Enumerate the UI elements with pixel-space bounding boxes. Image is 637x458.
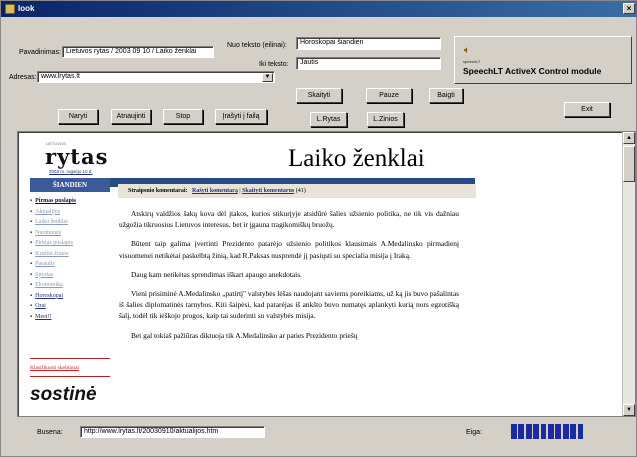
nuo-teksto-field[interactable]: Horoskopai šiandien — [296, 37, 441, 50]
skaityti-button[interactable]: Skaityti — [296, 88, 342, 103]
eiga-label: Eiga: — [466, 429, 482, 436]
progress-segment — [511, 424, 517, 439]
sidebar-nav: Pirmas puslapisAktualijosLaiko ženklaiNu… — [30, 198, 110, 324]
sidebar-nav-item[interactable]: Pasaulis — [30, 261, 110, 272]
sidebar-nav-item[interactable]: Laiko ženklai — [30, 219, 110, 230]
chevron-down-icon[interactable]: ▼ — [262, 73, 273, 82]
window-title: look — [18, 4, 35, 13]
busena-label: Busena: — [37, 429, 63, 436]
pauze-button[interactable]: Pauze — [366, 88, 412, 103]
sidebar-nav-item[interactable]: Kraštui žinios — [30, 251, 110, 262]
progress-segment — [555, 424, 562, 439]
comments-label: Straipsnio komentarai: — [128, 188, 188, 194]
sidebar-nav-item[interactable]: Orai — [30, 303, 110, 314]
lrytas-button[interactable]: L.Rytas — [310, 112, 347, 127]
date-link[interactable]: 2003 m. rugsėjo 10 d. — [49, 169, 93, 174]
app-icon — [5, 4, 15, 14]
naryti-button[interactable]: Naryti — [58, 109, 98, 124]
atnaujinti-button[interactable]: Atnaujinti — [111, 109, 151, 124]
iki-teksto-field[interactable]: Jautis — [296, 57, 441, 70]
divider — [30, 376, 110, 377]
speech-control-panel: 🔈︎ speechLT SpeechLT ActiveX Control mod… — [454, 36, 632, 84]
comments-bar: Straipsnio komentarai: Rašyti komentarą … — [118, 184, 476, 198]
pavadinimas-label: Pavadinimas: — [19, 49, 62, 56]
site-logo[interactable]: rytas — [45, 144, 108, 169]
classified-link[interactable]: Klasifikuoti skelbimai — [30, 365, 79, 371]
nav-header: ŠIANDIEN — [30, 178, 110, 192]
sidebar-nav-item[interactable]: Ekonomika — [30, 282, 110, 293]
progress-segment — [540, 424, 547, 439]
close-icon[interactable]: × — [623, 3, 635, 14]
article-paragraph: Vieni prisiminė A.Medalinsko „patirtį" v… — [119, 289, 459, 321]
progress-segment — [548, 424, 554, 439]
article-paragraph: Būtent taip galima įvertinti Prezidento … — [119, 239, 459, 260]
vertical-scrollbar[interactable]: ▲ ▼ — [622, 132, 635, 416]
progress-bar — [511, 424, 585, 439]
sidebar-nav-item[interactable]: Pirktas puslapis — [30, 240, 110, 251]
comments-count: (41) — [295, 188, 306, 194]
sidebar-nav-item[interactable]: Aktualijos — [30, 209, 110, 220]
exit-button[interactable]: Exit — [564, 102, 610, 117]
status-row: Busena: http://www.lrytas.lt/20030910/ak… — [1, 419, 637, 458]
adresas-combo[interactable]: www.lrytas.lt ▼ — [37, 71, 275, 83]
lzinios-button[interactable]: L.Zinios — [367, 112, 404, 127]
speech-control-title: SpeechLT ActiveX Control module — [463, 66, 602, 76]
article-body: Atskirų valdžios šakų kova dėl įtakos, k… — [119, 208, 459, 349]
current-url-field[interactable]: http://www.lrytas.lt/20030910/aktualijos… — [80, 426, 265, 438]
section-headline: Laiko ženklai — [288, 145, 425, 172]
progress-segment — [533, 424, 540, 439]
divider — [30, 358, 110, 359]
sostine-logo[interactable]: sostinė — [30, 384, 97, 406]
save-to-file-button[interactable]: Įrašyti į failą — [215, 109, 267, 124]
sidebar-nav-item[interactable]: Meet!! — [30, 314, 110, 325]
progress-segment — [570, 424, 577, 439]
speech-small-text: speechLT — [463, 59, 481, 64]
scroll-thumb[interactable] — [623, 146, 635, 182]
sidebar-nav-item[interactable]: Sportas — [30, 272, 110, 283]
article-paragraph: Atskirų valdžios šakų kova dėl įtakos, k… — [119, 209, 459, 230]
adresas-label: Adresas: — [9, 74, 37, 81]
nuo-teksto-label: Nuo teksto (eilinai): — [227, 42, 287, 49]
article-paragraph: Daug kam netikėtas sprendimas iškart apa… — [131, 269, 302, 279]
progress-segment — [525, 424, 532, 439]
speaker-icon: 🔈︎ — [464, 45, 470, 56]
app-window: look × Pavadinimas: Lietuvos rytas / 200… — [0, 0, 637, 457]
write-comment-link[interactable]: Rašyti komentarą — [192, 188, 238, 194]
article-paragraph: Bet gal tokiaš pažiūras diktuoja tik A.M… — [131, 330, 358, 340]
baigti-button[interactable]: Baigti — [429, 88, 463, 103]
progress-segment — [518, 424, 525, 439]
pavadinimas-field[interactable]: Lietuvos rytas / 2003 09 10 / Laiko ženk… — [62, 46, 214, 58]
scroll-down-icon[interactable]: ▼ — [623, 404, 635, 416]
sidebar-nav-item[interactable]: Pirmas puslapis — [30, 198, 110, 209]
web-browser-view[interactable]: LIETUVOS rytas 2003 m. rugsėjo 10 d. Lai… — [17, 131, 636, 417]
progress-segment — [562, 424, 569, 439]
stop-button[interactable]: Stop — [163, 109, 203, 124]
read-comments-link[interactable]: Skaityti komentarus — [242, 188, 294, 194]
sidebar-nav-item[interactable]: Horoskopai — [30, 293, 110, 304]
title-bar: look × — [1, 1, 637, 17]
scroll-up-icon[interactable]: ▲ — [623, 132, 635, 144]
sidebar-nav-item[interactable]: Nuomonės — [30, 230, 110, 241]
progress-segment — [577, 424, 584, 439]
adresas-value: www.lrytas.lt — [41, 73, 80, 80]
iki-teksto-label: Iki teksto: — [259, 61, 289, 68]
